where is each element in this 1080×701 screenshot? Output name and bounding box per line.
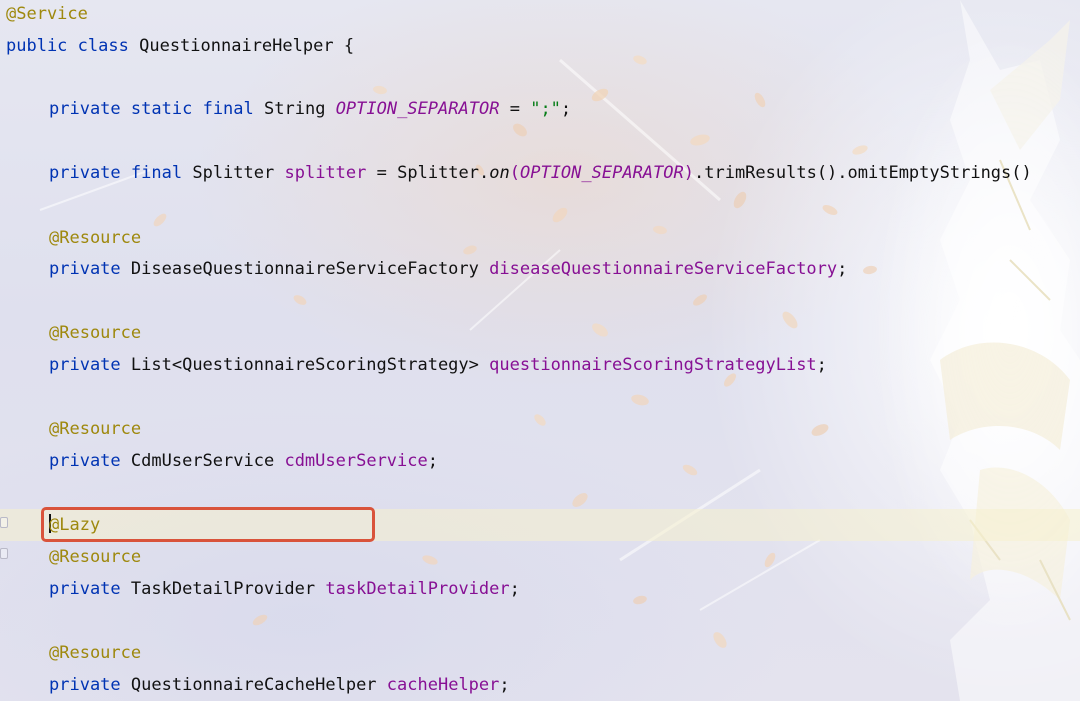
keyword-token: private	[49, 163, 121, 183]
type-token: QuestionnaireCacheHelper	[130, 675, 377, 695]
keyword-token: private	[49, 579, 121, 599]
class-name-token: QuestionnaireHelper	[139, 36, 334, 56]
annotation-token: @Resource	[49, 643, 142, 663]
method-chain-token: .trimResults().omitEmptyStrings()	[694, 163, 1032, 183]
operator-token: =	[376, 163, 387, 183]
field-token: taskDetailProvider	[325, 579, 510, 599]
keyword-token: static	[130, 99, 193, 119]
code-line-cdm-user-service[interactable]: private CdmUserService cdmUserService;	[49, 450, 438, 472]
code-line-annotation-resource[interactable]: @Resource	[49, 322, 141, 344]
annotation-token: @Resource	[49, 323, 142, 343]
type-token: CdmUserService	[130, 451, 275, 471]
code-line-annotation-resource[interactable]: @Resource	[49, 642, 141, 664]
code-line-annotation-resource[interactable]: @Resource	[49, 546, 141, 568]
code-line-disease-factory[interactable]: private DiseaseQuestionnaireServiceFacto…	[49, 258, 847, 280]
type-token: DiseaseQuestionnaireServiceFactory	[130, 259, 479, 279]
keyword-token: class	[77, 36, 129, 56]
semicolon-token: ;	[560, 99, 572, 119]
semicolon-token: ;	[499, 675, 510, 695]
keyword-token: private	[49, 355, 121, 375]
semicolon-token: ;	[427, 451, 438, 471]
code-line-option-separator[interactable]: private static final String OPTION_SEPAR…	[49, 98, 571, 120]
receiver-token: Splitter.	[397, 163, 490, 183]
code-line-splitter[interactable]: private final Splitter splitter = Splitt…	[49, 162, 1032, 184]
static-method-token: on	[489, 163, 510, 183]
code-line-annotation-service[interactable]: @Service	[6, 3, 88, 25]
field-token: diseaseQuestionnaireServiceFactory	[489, 259, 838, 279]
brace-token: {	[343, 36, 355, 56]
constant-token: OPTION_SEPARATOR	[519, 163, 684, 183]
keyword-token: public	[6, 36, 68, 56]
code-line-scoring-strategy-list[interactable]: private List<QuestionnaireScoringStrateg…	[49, 354, 827, 376]
field-token: splitter	[284, 163, 367, 183]
semicolon-token: ;	[837, 259, 848, 279]
operator-token: =	[509, 99, 520, 119]
field-token: cacheHelper	[386, 675, 500, 695]
semicolon-token: ;	[816, 355, 827, 375]
type-token: Splitter	[192, 163, 275, 183]
annotation-token: @Resource	[49, 228, 142, 248]
field-token: questionnaireScoringStrategyList	[489, 355, 817, 375]
code-editor[interactable]: @Service public class QuestionnaireHelpe…	[0, 0, 1080, 701]
keyword-token: private	[49, 99, 121, 119]
code-line-cache-helper[interactable]: private QuestionnaireCacheHelper cacheHe…	[49, 674, 510, 696]
string-literal-token: ";"	[530, 99, 561, 119]
gutter-fold-icon[interactable]	[0, 517, 8, 528]
annotation-token: @Resource	[49, 547, 142, 567]
type-token: TaskDetailProvider	[130, 579, 316, 599]
code-line-task-detail-provider[interactable]: private TaskDetailProvider taskDetailPro…	[49, 578, 520, 600]
annotation-token: @Service	[6, 4, 88, 24]
keyword-token: private	[49, 451, 121, 471]
gutter-fold-icon[interactable]	[0, 548, 8, 559]
paren-token: )	[683, 163, 694, 183]
code-line-annotation-resource[interactable]: @Resource	[49, 418, 141, 440]
type-token: String	[264, 99, 326, 119]
keyword-token: final	[130, 163, 183, 183]
type-token: List<QuestionnaireScoringStrategy>	[130, 355, 479, 375]
paren-token: (	[509, 163, 520, 183]
semicolon-token: ;	[509, 579, 520, 599]
keyword-token: private	[49, 259, 121, 279]
lazy-annotation-highlight-box	[41, 507, 375, 542]
annotation-token: @Resource	[49, 419, 142, 439]
constant-token: OPTION_SEPARATOR	[335, 99, 500, 119]
code-line-class-declaration[interactable]: public class QuestionnaireHelper {	[6, 35, 354, 57]
field-token: cdmUserService	[284, 451, 428, 471]
keyword-token: private	[49, 675, 121, 695]
keyword-token: final	[202, 99, 254, 119]
code-line-annotation-resource[interactable]: @Resource	[49, 227, 141, 249]
